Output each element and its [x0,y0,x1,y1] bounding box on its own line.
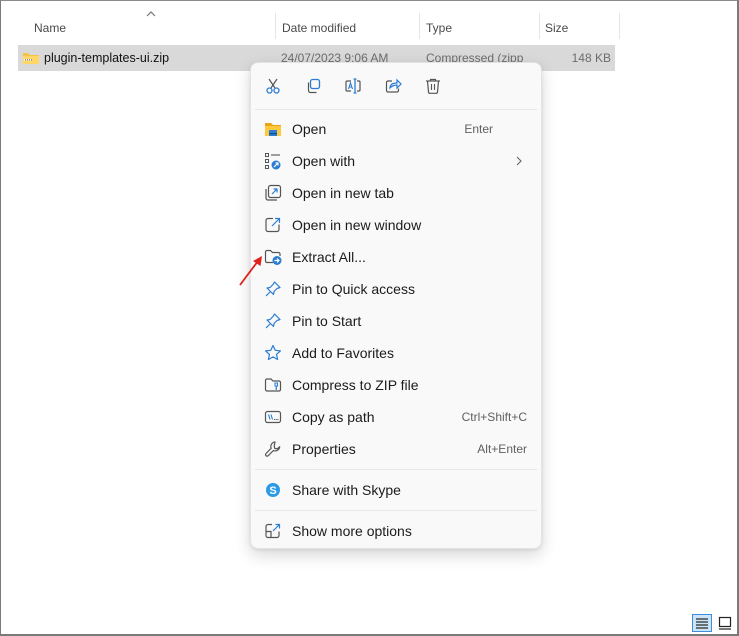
menu-item-label: Extract All... [292,249,366,265]
menu-item-open-with[interactable]: Open with [255,146,537,176]
column-divider[interactable] [275,13,276,39]
menu-item-label: Pin to Start [292,313,362,329]
file-explorer-window: Name Date modified Type Size plugin-temp… [0,0,739,636]
menu-item-label: Share with Skype [292,482,401,498]
menu-item-open[interactable]: Open Enter [255,114,537,144]
menu-item-share-with-skype[interactable]: S Share with Skype [255,475,537,505]
file-size: 148 KB [571,51,611,65]
column-header-type-label: Type [426,21,453,35]
new-tab-icon [264,184,282,202]
annotation-arrow-icon [239,256,262,286]
copy-icon [307,78,321,94]
new-window-icon [264,216,282,234]
column-divider[interactable] [619,13,620,39]
large-icons-view-icon [718,616,732,630]
menu-item-label: Show more options [292,523,412,539]
menu-item-properties[interactable]: Properties Alt+Enter [255,434,537,464]
menu-item-show-more-options[interactable]: Show more options [255,516,537,546]
menu-item-label: Open in new window [292,217,422,233]
details-view-button[interactable] [692,614,712,632]
folder-open-icon [264,120,282,138]
details-view-icon [696,618,708,629]
menu-separator [255,469,537,470]
menu-item-label: Compress to ZIP file [292,377,419,393]
delete-button[interactable] [420,73,446,99]
more-options-icon [264,522,282,540]
menu-item-pin-to-start[interactable]: Pin to Start [255,306,537,336]
extract-icon [264,248,282,266]
rename-button[interactable] [340,73,366,99]
zip-icon [264,376,282,394]
wrench-icon [264,440,282,458]
menu-separator [255,109,537,110]
column-header-name-label: Name [34,21,67,35]
column-header-size-label: Size [545,21,569,35]
menu-separator [255,510,537,511]
menu-item-extract-all[interactable]: Extract All... [255,242,537,272]
menu-item-shortcut: Enter [464,122,493,136]
file-name-cell: plugin-templates-ui.zip [22,45,169,71]
menu-item-label: Open with [292,153,356,169]
column-header-date-modified[interactable]: Date modified [282,15,356,41]
menu-item-pin-to-quick-access[interactable]: Pin to Quick access [255,274,537,304]
trash-icon [426,78,440,94]
rename-icon [345,78,361,94]
column-header-date-label: Date modified [282,21,357,35]
context-menu: Open Enter Open with Open in new tab Ope… [250,62,542,549]
column-header-type[interactable]: Type [426,15,452,41]
cut-button[interactable] [260,73,286,99]
menu-item-copy-as-path[interactable]: Copy as path Ctrl+Shift+C [255,402,537,432]
column-divider[interactable] [539,13,540,39]
view-toggle-group [692,614,735,632]
menu-item-label: Pin to Quick access [292,281,415,297]
column-divider[interactable] [419,13,420,39]
pin-icon [264,312,282,330]
large-icons-view-button[interactable] [715,614,735,632]
menu-item-label: Open in new tab [292,185,394,201]
menu-item-label: Add to Favorites [292,345,394,361]
scissors-icon [266,78,280,94]
svg-text:S: S [269,485,276,497]
chevron-right-icon [516,156,522,166]
menu-item-label: Copy as path [292,409,375,425]
menu-item-add-to-favorites[interactable]: Add to Favorites [255,338,537,368]
column-header-name[interactable]: Name [34,15,66,41]
menu-item-compress-to-zip[interactable]: Compress to ZIP file [255,370,537,400]
sort-ascending-icon [146,11,156,17]
file-name: plugin-templates-ui.zip [44,51,170,65]
open-with-icon [264,152,282,170]
context-menu-quick-actions [251,63,541,109]
pin-icon [264,280,282,298]
menu-item-open-in-new-window[interactable]: Open in new window [255,210,537,240]
star-icon [264,344,282,362]
skype-icon: S [264,481,282,499]
menu-item-open-in-new-tab[interactable]: Open in new tab [255,178,537,208]
menu-item-label: Properties [292,441,356,457]
share-button[interactable] [380,73,406,99]
zip-folder-icon [23,53,39,64]
share-icon [385,78,402,93]
menu-item-shortcut: Alt+Enter [477,442,527,456]
menu-item-label: Open [292,121,327,137]
copy-path-icon [264,408,282,426]
column-header-size[interactable]: Size [545,15,568,41]
menu-item-shortcut: Ctrl+Shift+C [461,410,527,424]
copy-button[interactable] [300,73,326,99]
